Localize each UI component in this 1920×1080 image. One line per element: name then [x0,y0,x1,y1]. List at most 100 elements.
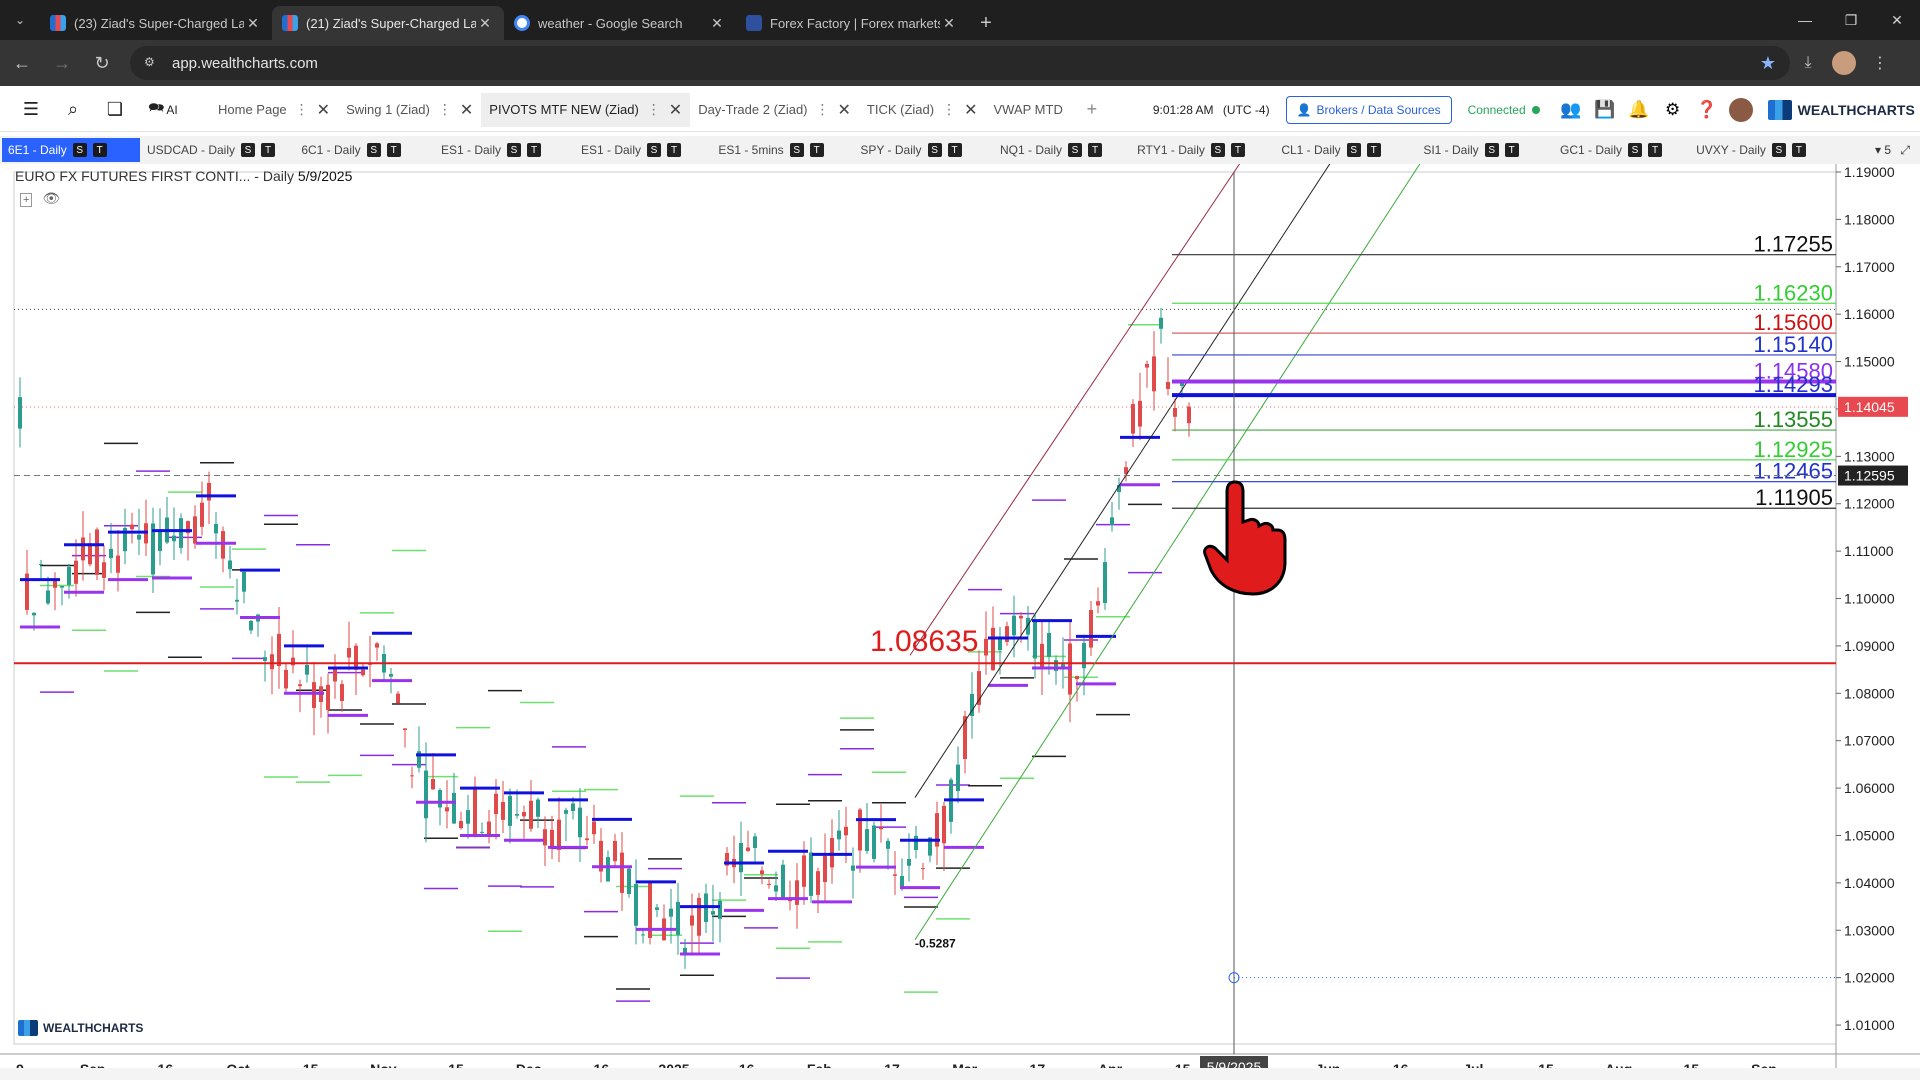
reload-icon[interactable]: ↻ [84,45,120,81]
site-info-icon[interactable]: ⚙ [144,55,160,71]
close-icon[interactable]: ✕ [964,100,977,120]
settings-badge[interactable]: S [1771,143,1786,157]
template-badge[interactable]: T [809,143,824,157]
price-chart[interactable]: 1.19000 1.18000 1.17000 1.16000 1.15000 1.140… [0,164,1920,1068]
tab-options-icon[interactable]: ⋮ [816,101,830,118]
profile-avatar-icon[interactable] [1832,51,1856,75]
symbol-tab[interactable]: UVXY - Daily S T [1682,138,1820,162]
close-icon[interactable]: ✕ [244,15,262,32]
close-icon[interactable]: ✕ [669,100,682,120]
close-icon[interactable]: ✕ [317,100,330,120]
layout-tab-home-page[interactable]: Home Page ⋮ ✕ [210,93,338,127]
new-tab-plus-icon[interactable]: + [968,6,1004,40]
template-badge[interactable]: T [1791,143,1806,157]
settings-badge[interactable]: S [647,143,662,157]
close-icon[interactable]: ✕ [940,15,958,32]
notifications-bell-icon[interactable]: 🔔 [1622,93,1656,127]
symbol-tab[interactable]: ES1 - Daily S T [562,138,700,162]
close-icon[interactable]: ✕ [838,100,851,120]
symbol-tab[interactable]: RTY1 - Daily S T [1122,138,1260,162]
settings-badge[interactable]: S [241,143,255,157]
symbol-tab[interactable]: 6C1 - Daily S T [282,138,420,162]
layout-tab-tick[interactable]: TICK (Ziad) ⋮ ✕ [859,93,986,127]
save-icon[interactable]: 💾 [1588,93,1622,127]
layout-tab-vwap-mtd[interactable]: VWAP MTD [986,93,1071,127]
browser-tab-2[interactable]: weather - Google Search ✕ [504,6,736,40]
layout-tab-day-trade-2[interactable]: Day-Trade 2 (Ziad) ⋮ ✕ [690,93,859,127]
forward-arrow-icon[interactable]: → [44,45,80,81]
template-badge[interactable]: T [1648,143,1662,157]
hamburger-menu-icon[interactable]: ☰ [10,89,52,131]
symbol-tab[interactable]: CL1 - Daily S T [1262,138,1400,162]
layout-tab-swing-1[interactable]: Swing 1 (Ziad) ⋮ ✕ [338,93,481,127]
settings-gear-icon[interactable]: ⚙ [1656,93,1690,127]
add-indicator-icon[interactable]: + [20,193,33,207]
settings-badge[interactable]: S [1484,143,1499,157]
settings-badge[interactable]: S [1068,143,1082,157]
restore-icon[interactable]: ❐ [1828,0,1874,40]
settings-badge[interactable]: S [507,143,522,157]
template-badge[interactable]: T [261,143,275,157]
symbol-tab[interactable]: SI1 - Daily S T [1402,138,1540,162]
close-icon[interactable]: ✕ [460,100,473,120]
template-badge[interactable]: T [1088,143,1102,157]
template-badge[interactable]: T [386,143,401,157]
symbol-tab[interactable]: GC1 - Daily S T [1542,138,1680,162]
expand-icon[interactable]: ⤢ [1900,143,1910,157]
template-badge[interactable]: T [527,143,542,157]
template-badge[interactable]: T [1230,143,1245,157]
symbol-tab[interactable]: NQ1 - Daily S T [982,138,1120,162]
settings-badge[interactable]: S [1628,143,1642,157]
user-avatar[interactable] [1724,93,1758,127]
download-icon[interactable]: ⤓ [1790,45,1826,81]
tab-options-icon[interactable]: ⋮ [295,101,309,118]
candle-body [1159,317,1163,329]
close-icon[interactable]: ✕ [476,15,494,32]
symbol-tab[interactable]: 6E1 - Daily S T [2,138,140,162]
candle-body [60,586,64,588]
add-layout-plus-icon[interactable]: + [1071,89,1113,131]
settings-badge[interactable]: S [789,143,804,157]
minimize-icon[interactable]: — [1782,0,1828,40]
more-symbols-dropdown[interactable]: ▾ 5 ⤢ [1875,143,1910,158]
url-input[interactable]: ⚙ app.wealthcharts.com ★ [130,46,1790,80]
search-icon[interactable]: ⌕ [52,89,94,131]
browser-menu-icon[interactable]: ⋮ [1862,45,1898,81]
candle-body [914,835,918,850]
layouts-copy-icon[interactable]: ❏ [94,89,136,131]
layout-tab-pivots-mtf[interactable]: PIVOTS MTF NEW (Ziad) ⋮ ✕ [481,92,691,127]
bookmark-star-icon[interactable]: ★ [1760,53,1776,74]
symbol-tab[interactable]: ES1 - Daily S T [422,138,560,162]
template-badge[interactable]: T [667,143,682,157]
settings-badge[interactable]: S [927,143,942,157]
template-badge[interactable]: T [92,143,107,157]
close-window-icon[interactable]: ✕ [1874,0,1920,40]
settings-badge[interactable]: S [1346,143,1361,157]
settings-badge[interactable]: S [366,143,381,157]
tab-options-icon[interactable]: ⋮ [647,101,661,118]
tab-search-chevron-icon[interactable]: ⌄ [0,0,40,40]
tab-options-icon[interactable]: ⋮ [438,101,452,118]
browser-tab-1[interactable]: (21) Ziad's Super-Charged Layo ✕ [272,6,504,40]
users-group-icon[interactable]: 👥 [1554,93,1588,127]
price-tick-label: 1.13000 [1844,448,1895,464]
template-badge[interactable]: T [1504,143,1519,157]
candle-body [1145,363,1149,368]
settings-badge[interactable]: S [72,143,87,157]
browser-tab-0[interactable]: (23) Ziad's Super-Charged Layo ✕ [40,6,272,40]
back-arrow-icon[interactable]: ← [4,45,40,81]
brokers-data-sources-button[interactable]: 👤 Brokers / Data Sources [1285,95,1452,124]
template-badge[interactable]: T [947,143,962,157]
settings-badge[interactable]: S [1210,143,1225,157]
symbol-tab[interactable]: SPY - Daily S T [842,138,980,162]
visibility-eye-icon[interactable]: 👁 [42,190,60,206]
chart-area[interactable]: 1.19000 1.18000 1.17000 1.16000 1.15000 1.140… [0,164,1920,1068]
template-badge[interactable]: T [1366,143,1381,157]
tab-options-icon[interactable]: ⋮ [942,101,956,118]
close-icon[interactable]: ✕ [708,15,726,32]
browser-tab-3[interactable]: Forex Factory | Forex markets fo ✕ [736,6,968,40]
ai-assistant-icon[interactable]: 🗪 AI [136,89,190,131]
symbol-tab[interactable]: USDCAD - Daily S T [142,138,280,162]
symbol-tab[interactable]: ES1 - 5mins S T [702,138,840,162]
help-icon[interactable]: ❓ [1690,93,1724,127]
